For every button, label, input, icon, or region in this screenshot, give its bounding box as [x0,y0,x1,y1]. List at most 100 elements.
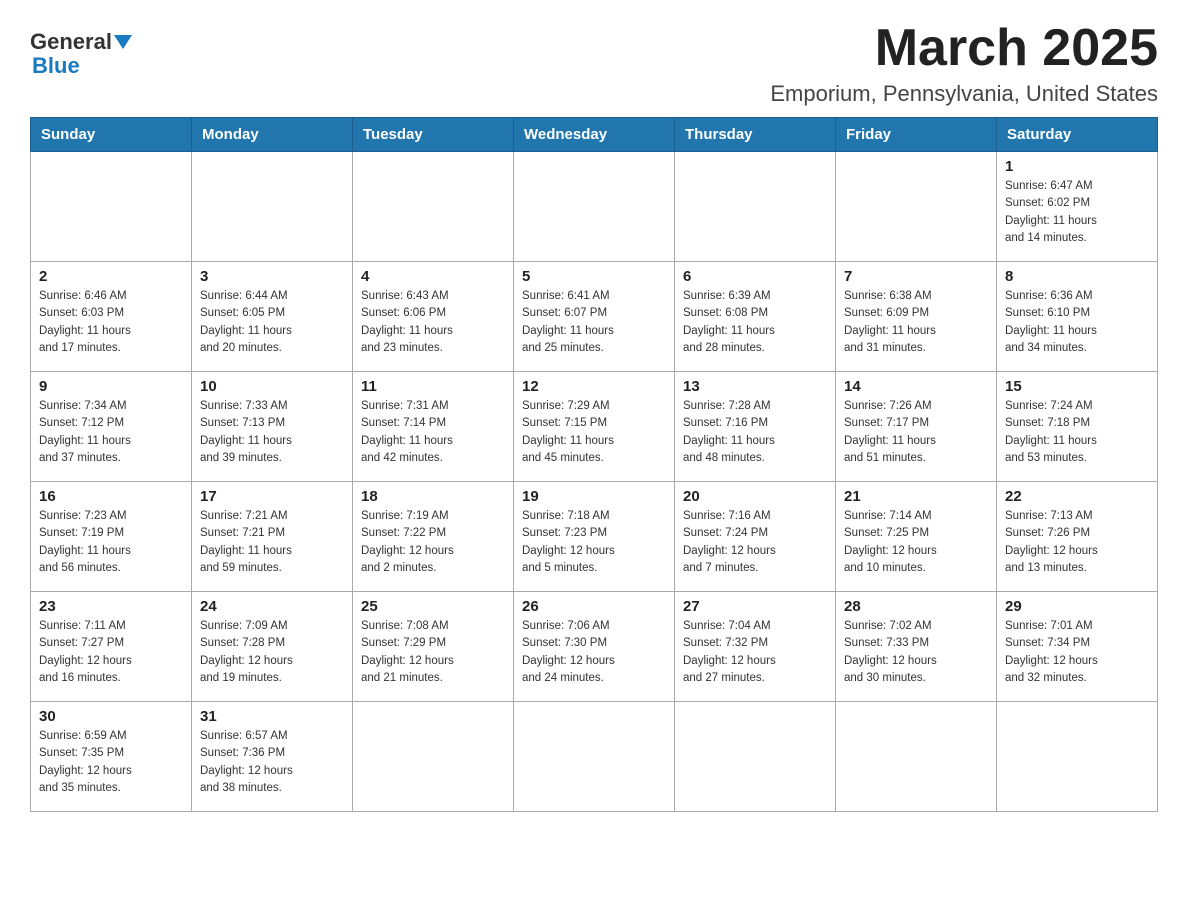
day-number: 10 [200,378,344,395]
day-number: 21 [844,488,988,505]
day-info: Sunrise: 7:04 AMSunset: 7:32 PMDaylight:… [683,618,827,687]
calendar-cell: 31 Sunrise: 6:57 AMSunset: 7:36 PMDayligh… [192,702,353,812]
day-number: 5 [522,268,666,285]
day-number: 7 [844,268,988,285]
day-info: Sunrise: 7:19 AMSunset: 7:22 PMDaylight:… [361,508,505,577]
calendar-cell [192,152,353,262]
day-info: Sunrise: 7:09 AMSunset: 7:28 PMDaylight:… [200,618,344,687]
calendar-cell: 6 Sunrise: 6:39 AMSunset: 6:08 PMDaylight… [675,262,836,372]
calendar-cell: 24 Sunrise: 7:09 AMSunset: 7:28 PMDayligh… [192,592,353,702]
calendar-week-row: 9 Sunrise: 7:34 AMSunset: 7:12 PMDaylight… [31,372,1158,482]
calendar-cell: 29 Sunrise: 7:01 AMSunset: 7:34 PMDayligh… [997,592,1158,702]
day-number: 17 [200,488,344,505]
day-info: Sunrise: 7:02 AMSunset: 7:33 PMDaylight:… [844,618,988,687]
day-info: Sunrise: 7:14 AMSunset: 7:25 PMDaylight:… [844,508,988,577]
day-info: Sunrise: 7:01 AMSunset: 7:34 PMDaylight:… [1005,618,1149,687]
day-info: Sunrise: 6:36 AMSunset: 6:10 PMDaylight:… [1005,288,1149,357]
calendar-week-row: 30 Sunrise: 6:59 AMSunset: 7:35 PMDayligh… [31,702,1158,812]
calendar-cell: 7Sunrise: 6:38 AMSunset: 6:09 PMDaylight… [836,262,997,372]
calendar-header-row: Sunday Monday Tuesday Wednesday Thursday… [31,118,1158,152]
calendar-cell: 19Sunrise: 7:18 AMSunset: 7:23 PMDayligh… [514,482,675,592]
col-header-monday: Monday [192,118,353,152]
day-info: Sunrise: 7:11 AMSunset: 7:27 PMDaylight:… [39,618,183,687]
day-number: 2 [39,268,183,285]
calendar-cell: 11 Sunrise: 7:31 AMSunset: 7:14 PMDayligh… [353,372,514,482]
calendar-cell [353,152,514,262]
calendar-cell [997,702,1158,812]
day-info: Sunrise: 7:33 AMSunset: 7:13 PMDaylight:… [200,398,344,467]
calendar-cell: 15Sunrise: 7:24 AMSunset: 7:18 PMDayligh… [997,372,1158,482]
calendar-cell [353,702,514,812]
logo-triangle-icon [114,35,132,49]
calendar-table: Sunday Monday Tuesday Wednesday Thursday… [30,117,1158,812]
calendar-cell [514,152,675,262]
calendar-cell: 22 Sunrise: 7:13 AMSunset: 7:26 PMDayligh… [997,482,1158,592]
calendar-cell: 20 Sunrise: 7:16 AMSunset: 7:24 PMDayligh… [675,482,836,592]
day-info: Sunrise: 7:08 AMSunset: 7:29 PMDaylight:… [361,618,505,687]
day-number: 19 [522,488,666,505]
day-info: Sunrise: 7:31 AMSunset: 7:14 PMDaylight:… [361,398,505,467]
col-header-sunday: Sunday [31,118,192,152]
day-number: 8 [1005,268,1149,285]
calendar-week-row: 2Sunrise: 6:46 AMSunset: 6:03 PMDaylight… [31,262,1158,372]
logo-text-general: General [30,30,112,54]
day-number: 16 [39,488,183,505]
day-number: 27 [683,598,827,615]
day-info: Sunrise: 7:29 AMSunset: 7:15 PMDaylight:… [522,398,666,467]
day-info: Sunrise: 6:57 AMSunset: 7:36 PMDaylight:… [200,728,344,797]
day-info: Sunrise: 7:26 AMSunset: 7:17 PMDaylight:… [844,398,988,467]
day-info: Sunrise: 6:41 AMSunset: 6:07 PMDaylight:… [522,288,666,357]
calendar-cell: 28 Sunrise: 7:02 AMSunset: 7:33 PMDayligh… [836,592,997,702]
calendar-cell [675,152,836,262]
day-number: 25 [361,598,505,615]
day-number: 20 [683,488,827,505]
calendar-cell: 16Sunrise: 7:23 AMSunset: 7:19 PMDayligh… [31,482,192,592]
day-number: 11 [361,378,505,395]
logo: General Blue [30,20,132,78]
day-number: 30 [39,708,183,725]
calendar-cell: 2Sunrise: 6:46 AMSunset: 6:03 PMDaylight… [31,262,192,372]
calendar-cell: 21 Sunrise: 7:14 AMSunset: 7:25 PMDayligh… [836,482,997,592]
calendar-cell: 12 Sunrise: 7:29 AMSunset: 7:15 PMDayligh… [514,372,675,482]
calendar-week-row: 1 Sunrise: 6:47 AMSunset: 6:02 PMDaylight… [31,152,1158,262]
day-number: 9 [39,378,183,395]
day-number: 13 [683,378,827,395]
day-number: 24 [200,598,344,615]
col-header-thursday: Thursday [675,118,836,152]
day-number: 14 [844,378,988,395]
calendar-cell [836,702,997,812]
calendar-cell: 10 Sunrise: 7:33 AMSunset: 7:13 PMDayligh… [192,372,353,482]
day-info: Sunrise: 7:28 AMSunset: 7:16 PMDaylight:… [683,398,827,467]
month-title: March 2025 [770,20,1158,77]
day-info: Sunrise: 7:16 AMSunset: 7:24 PMDaylight:… [683,508,827,577]
day-info: Sunrise: 7:13 AMSunset: 7:26 PMDaylight:… [1005,508,1149,577]
calendar-cell: 30 Sunrise: 6:59 AMSunset: 7:35 PMDayligh… [31,702,192,812]
day-info: Sunrise: 6:39 AMSunset: 6:08 PMDaylight:… [683,288,827,357]
calendar-cell: 9 Sunrise: 7:34 AMSunset: 7:12 PMDaylight… [31,372,192,482]
calendar-week-row: 16Sunrise: 7:23 AMSunset: 7:19 PMDayligh… [31,482,1158,592]
day-number: 29 [1005,598,1149,615]
day-info: Sunrise: 6:59 AMSunset: 7:35 PMDaylight:… [39,728,183,797]
calendar-cell: 13 Sunrise: 7:28 AMSunset: 7:16 PMDayligh… [675,372,836,482]
day-info: Sunrise: 7:34 AMSunset: 7:12 PMDaylight:… [39,398,183,467]
calendar-cell: 4Sunrise: 6:43 AMSunset: 6:06 PMDaylight… [353,262,514,372]
day-number: 28 [844,598,988,615]
day-number: 6 [683,268,827,285]
day-number: 1 [1005,158,1149,175]
calendar-cell [31,152,192,262]
calendar-cell: 25 Sunrise: 7:08 AMSunset: 7:29 PMDayligh… [353,592,514,702]
day-info: Sunrise: 7:06 AMSunset: 7:30 PMDaylight:… [522,618,666,687]
day-number: 22 [1005,488,1149,505]
calendar-cell: 27 Sunrise: 7:04 AMSunset: 7:32 PMDayligh… [675,592,836,702]
day-number: 31 [200,708,344,725]
title-area: March 2025 Emporium, Pennsylvania, Unite… [770,20,1158,107]
location-title: Emporium, Pennsylvania, United States [770,81,1158,107]
day-number: 18 [361,488,505,505]
day-number: 4 [361,268,505,285]
calendar-cell [836,152,997,262]
day-info: Sunrise: 6:47 AMSunset: 6:02 PMDaylight:… [1005,178,1149,247]
day-number: 12 [522,378,666,395]
day-number: 3 [200,268,344,285]
logo-text-blue: Blue [32,53,80,78]
day-info: Sunrise: 7:24 AMSunset: 7:18 PMDaylight:… [1005,398,1149,467]
